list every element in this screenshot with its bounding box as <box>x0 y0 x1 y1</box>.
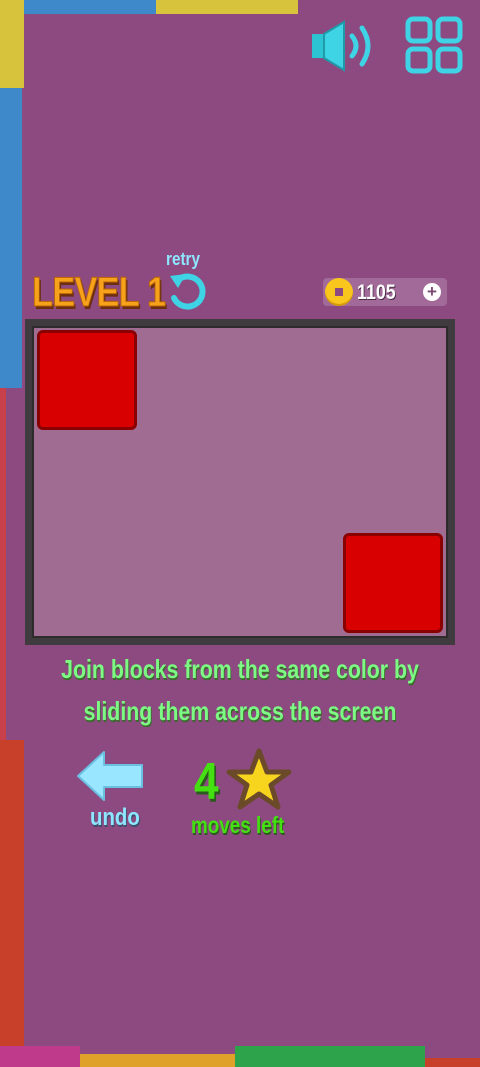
coin-counter: 1105 + <box>323 278 447 306</box>
retry-button[interactable] <box>168 270 212 314</box>
instruction-text: Join blocks from the same color by slidi… <box>61 654 419 726</box>
red-block[interactable] <box>37 330 137 430</box>
undo-button[interactable] <box>74 748 148 804</box>
edge-decoration <box>80 1054 235 1067</box>
moves-left-label: moves left <box>191 812 285 838</box>
coin-icon <box>325 278 353 306</box>
left-arrow-icon <box>77 751 143 801</box>
red-block[interactable] <box>343 533 443 633</box>
edge-decoration <box>235 1046 425 1067</box>
moves-count: 4 <box>194 753 219 811</box>
speaker-icon <box>312 20 371 72</box>
edge-decoration <box>0 0 24 88</box>
edge-decoration <box>156 0 298 14</box>
menu-button[interactable] <box>405 16 463 74</box>
edge-decoration <box>0 1046 80 1067</box>
star-icon <box>226 748 292 812</box>
grid-icon <box>405 16 463 74</box>
sound-button[interactable] <box>310 18 380 74</box>
edge-decoration <box>425 1058 480 1067</box>
undo-label[interactable]: undo <box>90 804 140 832</box>
edge-decoration <box>0 388 6 748</box>
retry-icon <box>170 273 206 310</box>
level-title: LEVEL 1 <box>32 268 167 316</box>
edge-decoration <box>0 88 22 388</box>
retry-label[interactable]: retry <box>166 249 200 270</box>
add-coins-button[interactable]: + <box>423 283 441 301</box>
coin-count: 1105 <box>357 281 396 304</box>
edge-decoration <box>24 0 156 14</box>
edge-decoration <box>0 740 24 1067</box>
game-board <box>25 319 455 645</box>
